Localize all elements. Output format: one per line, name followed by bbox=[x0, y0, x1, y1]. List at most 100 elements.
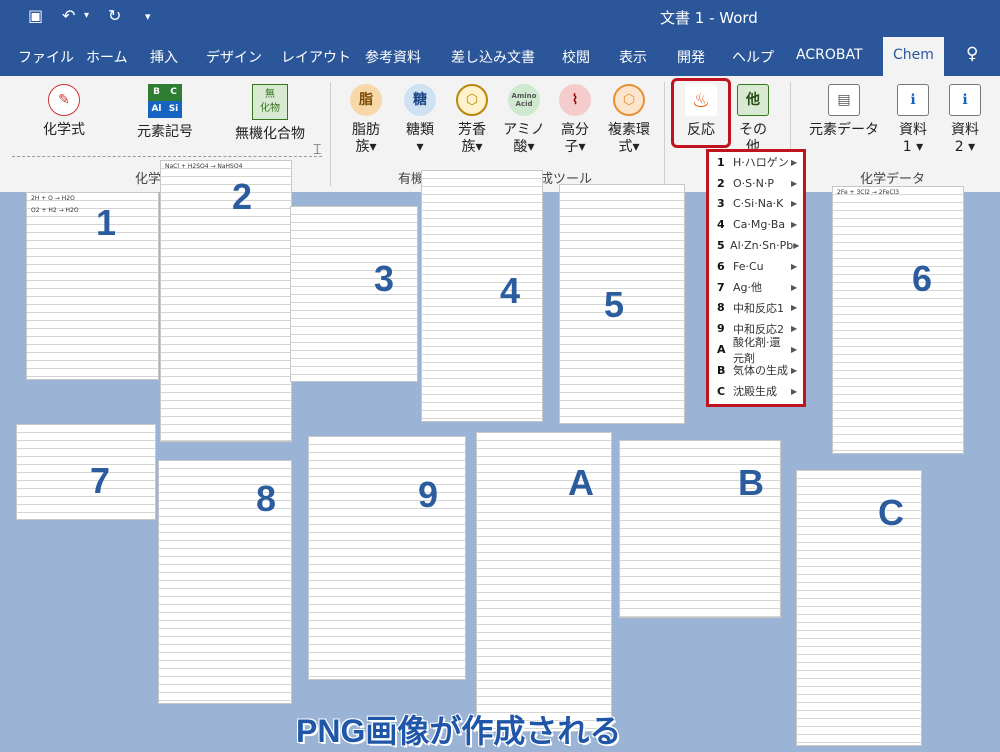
menu-item-alznsnpb[interactable]: 5 Al·Zn·Sn·Pb ▶ bbox=[709, 235, 803, 256]
customize-quick-access-icon[interactable]: ▾ bbox=[145, 10, 151, 23]
element-symbol-label: 元素記号 bbox=[137, 124, 193, 140]
menu-item-label: C·Si·Na·K bbox=[733, 197, 784, 211]
polymer-button[interactable]: ⌇ 高分 子▾ bbox=[555, 84, 595, 156]
submenu-arrow-icon: ▶ bbox=[791, 324, 798, 334]
tab-layout[interactable]: レイアウト bbox=[281, 47, 351, 67]
reaction-panel-2: NaCl + H2SO4 → NaHSO4 bbox=[160, 160, 292, 442]
redo-icon[interactable]: ↻ bbox=[108, 6, 121, 25]
pencil-flask-icon: ✎ bbox=[48, 84, 80, 116]
save-icon[interactable]: ▣ bbox=[28, 6, 43, 25]
reaction-panel-4 bbox=[421, 170, 543, 422]
menu-item-camgba[interactable]: 4 Ca·Mg·Ba ▶ bbox=[709, 214, 803, 235]
menu-item-number: 7 bbox=[717, 280, 725, 294]
info-document-icon: ℹ bbox=[949, 84, 981, 116]
tab-chem[interactable]: Chem bbox=[883, 37, 944, 76]
tab-developer[interactable]: 開発 bbox=[677, 47, 705, 67]
lightbulb-icon[interactable]: ♀ bbox=[966, 44, 978, 64]
menu-item-fecu[interactable]: 6 Fe·Cu ▶ bbox=[709, 256, 803, 277]
panel-number-3: 3 bbox=[374, 258, 395, 299]
menu-item-number: A bbox=[717, 343, 726, 357]
fat-dropdown-label: 族▾ bbox=[355, 139, 377, 155]
panel-letter-a: A bbox=[568, 462, 594, 503]
title-bar: ▣ ↶ ▾ ↻ ▾ 文書 1 - Word bbox=[0, 0, 1000, 32]
tab-mailings[interactable]: 差し込み文書 bbox=[451, 47, 535, 67]
tab-insert[interactable]: 挿入 bbox=[150, 47, 178, 67]
inorganic-icon-text-2: 化物 bbox=[260, 103, 280, 114]
submenu-arrow-icon: ▶ bbox=[791, 282, 798, 292]
submenu-arrow-icon: ▶ bbox=[791, 157, 798, 167]
menu-item-csinak[interactable]: 3 C·Si·Na·K ▶ bbox=[709, 194, 803, 215]
submenu-arrow-icon: ▶ bbox=[791, 303, 798, 313]
fat-label: 脂肪 bbox=[352, 122, 380, 138]
undo-dropdown-icon[interactable]: ▾ bbox=[84, 10, 89, 21]
tab-help[interactable]: ヘルプ bbox=[732, 47, 774, 67]
element-data-button[interactable]: ▤ 元素データ bbox=[806, 84, 882, 139]
tab-file[interactable]: ファイル bbox=[18, 47, 74, 67]
element-data-label: 元素データ bbox=[809, 122, 879, 138]
menu-item-number: 2 bbox=[717, 176, 725, 190]
polymer-dropdown-label: 子▾ bbox=[564, 139, 586, 155]
material-1-dropdown-label: 1 ▾ bbox=[902, 139, 924, 155]
menu-item-precipitation[interactable]: C 沈殿生成 ▶ bbox=[709, 381, 803, 402]
polymer-label: 高分 bbox=[561, 122, 589, 138]
tab-home[interactable]: ホーム bbox=[86, 47, 128, 67]
element-symbol-button[interactable]: B C Al Si 元素記号 bbox=[133, 84, 197, 141]
material-1-button[interactable]: ℹ 資料 1 ▾ bbox=[893, 84, 933, 156]
amino-acid-icon: Amino Acid bbox=[508, 84, 540, 116]
panel-letter-b: B bbox=[738, 462, 764, 503]
menu-item-label: Ca·Mg·Ba bbox=[733, 218, 786, 232]
reaction-dropdown-menu: 1 H·ハロゲン ▶ 2 O·S·N·P ▶ 3 C·Si·Na·K ▶ 4 Ca·Mg·Ba… bbox=[706, 149, 806, 407]
amino-acid-button[interactable]: Amino Acid アミノ 酸▾ bbox=[503, 84, 545, 156]
sugar-button[interactable]: 糖 糖類 ▾ bbox=[400, 84, 440, 156]
menu-item-halogen[interactable]: 1 H·ハロゲン ▶ bbox=[709, 152, 803, 173]
window-title: 文書 1 - Word bbox=[660, 9, 758, 27]
heterocycle-icon: ⬡ bbox=[613, 84, 645, 116]
aromatic-button[interactable]: ⬡ 芳香 族▾ bbox=[452, 84, 492, 156]
submenu-arrow-icon: ▶ bbox=[791, 386, 798, 396]
reaction-panel-6: 2Fe + 3Cl2 → 2FeCl3 bbox=[832, 186, 964, 454]
menu-item-label: 気体の生成 bbox=[733, 364, 788, 378]
element-cell-c: C bbox=[165, 84, 182, 101]
panel-number-2: 2 bbox=[232, 176, 253, 217]
amino-label: アミノ bbox=[503, 122, 545, 138]
menu-item-ag-other[interactable]: 7 Ag·他 ▶ bbox=[709, 277, 803, 298]
chemical-formula-button[interactable]: ✎ 化学式 bbox=[36, 84, 92, 139]
ribbon-tab-bar: ファイル ホーム 挿入 デザイン レイアウト 参考資料 差し込み文書 校閲 表示… bbox=[0, 32, 1000, 76]
panel-line: NaCl + H2SO4 → NaHSO4 bbox=[165, 163, 243, 170]
menu-item-label: Ag·他 bbox=[733, 281, 763, 295]
aromatic-label: 芳香 bbox=[458, 122, 486, 138]
tab-acrobat[interactable]: ACROBAT bbox=[796, 47, 863, 63]
tab-design[interactable]: デザイン bbox=[206, 47, 262, 67]
other-button[interactable]: 他 その 他 bbox=[733, 84, 773, 156]
fat-button[interactable]: 脂 脂肪 族▾ bbox=[346, 84, 386, 156]
aromatic-dropdown-label: 族▾ bbox=[461, 139, 483, 155]
inorganic-icon-text-1: 無 bbox=[265, 89, 275, 100]
panel-number-4: 4 bbox=[500, 270, 521, 311]
menu-item-number: 5 bbox=[717, 239, 725, 253]
reaction-panel-9 bbox=[308, 436, 466, 680]
group-label-chemdata: 化学データ bbox=[860, 172, 926, 187]
undo-icon[interactable]: ↶ bbox=[62, 6, 75, 25]
tab-review[interactable]: 校閲 bbox=[562, 47, 590, 67]
benzene-icon: ⬡ bbox=[456, 84, 488, 116]
element-cell-al: Al bbox=[148, 101, 165, 118]
menu-item-gas-generation[interactable]: B 気体の生成 ▶ bbox=[709, 360, 803, 381]
info-document-icon: ℹ bbox=[897, 84, 929, 116]
tab-view[interactable]: 表示 bbox=[619, 47, 647, 67]
inorganic-compound-button[interactable]: 無 化物 無機化合物 bbox=[230, 84, 310, 143]
panel-number-5: 5 bbox=[604, 284, 625, 325]
reaction-highlight-box bbox=[671, 78, 731, 148]
heterocyclic-button[interactable]: ⬡ 複素環 式▾ bbox=[603, 84, 655, 156]
tab-references[interactable]: 参考資料 bbox=[365, 47, 421, 67]
menu-item-oxidizing-reducing[interactable]: A 酸化剤·還元剤 ▶ bbox=[709, 336, 803, 365]
fat-icon: 脂 bbox=[350, 84, 382, 116]
menu-item-neutralization-1[interactable]: 8 中和反応1 ▶ bbox=[709, 298, 803, 319]
menu-item-label: 沈殿生成 bbox=[733, 385, 777, 399]
submenu-arrow-icon: ▶ bbox=[791, 365, 798, 375]
menu-item-label: H·ハロゲン bbox=[733, 156, 789, 170]
reaction-panel-3 bbox=[290, 206, 418, 382]
material-2-dropdown-label: 2 ▾ bbox=[954, 139, 976, 155]
chemical-formula-label: 化学式 bbox=[43, 122, 85, 138]
material-2-button[interactable]: ℹ 資料 2 ▾ bbox=[945, 84, 985, 156]
menu-item-osnp[interactable]: 2 O·S·N·P ▶ bbox=[709, 173, 803, 194]
